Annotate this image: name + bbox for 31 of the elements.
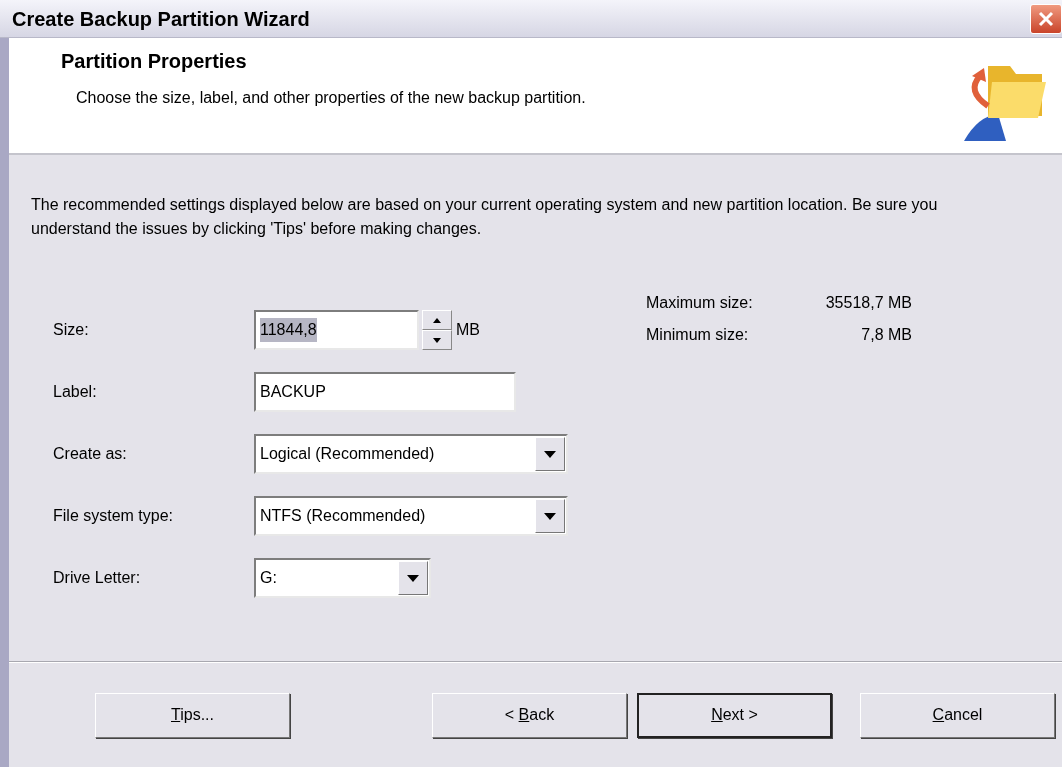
limit-value: 35518,7 MB: [824, 293, 912, 313]
number-field[interactable]: 11844,8: [254, 310, 419, 350]
wizard-button[interactable]: Tips...: [95, 692, 290, 738]
up-arrow-icon: [433, 317, 441, 323]
limit-label: Minimum size:: [646, 325, 750, 345]
page-subtitle: Choose the size, label, and other properties of the new backup partition.: [76, 88, 586, 108]
dropdown[interactable]: NTFS (Recommended): [254, 496, 568, 536]
spin-down-button[interactable]: [422, 330, 452, 350]
down-arrow-icon: [433, 337, 441, 343]
field-label: Label:: [53, 382, 98, 402]
input-field[interactable]: BACKUP: [254, 372, 516, 412]
intro-text: The recommended settings displayed below are based on your current operating system and new partition location. Be sure you understand the issues by clicking 'Tips' before making changes.: [30, 195, 939, 239]
limit-label: Maximum size:: [646, 293, 754, 313]
dropdown[interactable]: G:: [254, 558, 431, 598]
page-heading: Partition Properties: [61, 49, 248, 74]
unit-label: MB: [456, 320, 480, 340]
wizard-button[interactable]: Next >: [637, 692, 832, 738]
field-label: Size:: [53, 320, 90, 340]
close-button[interactable]: [1030, 3, 1062, 34]
wizard-button[interactable]: Cancel: [860, 692, 1055, 738]
field-label: Create as:: [53, 444, 128, 464]
dropdown-arrow-icon: [544, 512, 556, 520]
window-title: Create Backup Partition Wizard: [12, 6, 310, 32]
spin-up-button[interactable]: [422, 310, 452, 330]
dropdown[interactable]: Logical (Recommended): [254, 434, 568, 474]
wizard-button[interactable]: < Back: [432, 692, 627, 738]
field-label: Drive Letter:: [53, 568, 142, 588]
dropdown-arrow-icon: [407, 574, 419, 582]
field-label: File system type:: [53, 506, 175, 526]
limit-value: 7,8 MB: [860, 325, 912, 345]
dropdown-arrow-icon: [544, 450, 556, 458]
